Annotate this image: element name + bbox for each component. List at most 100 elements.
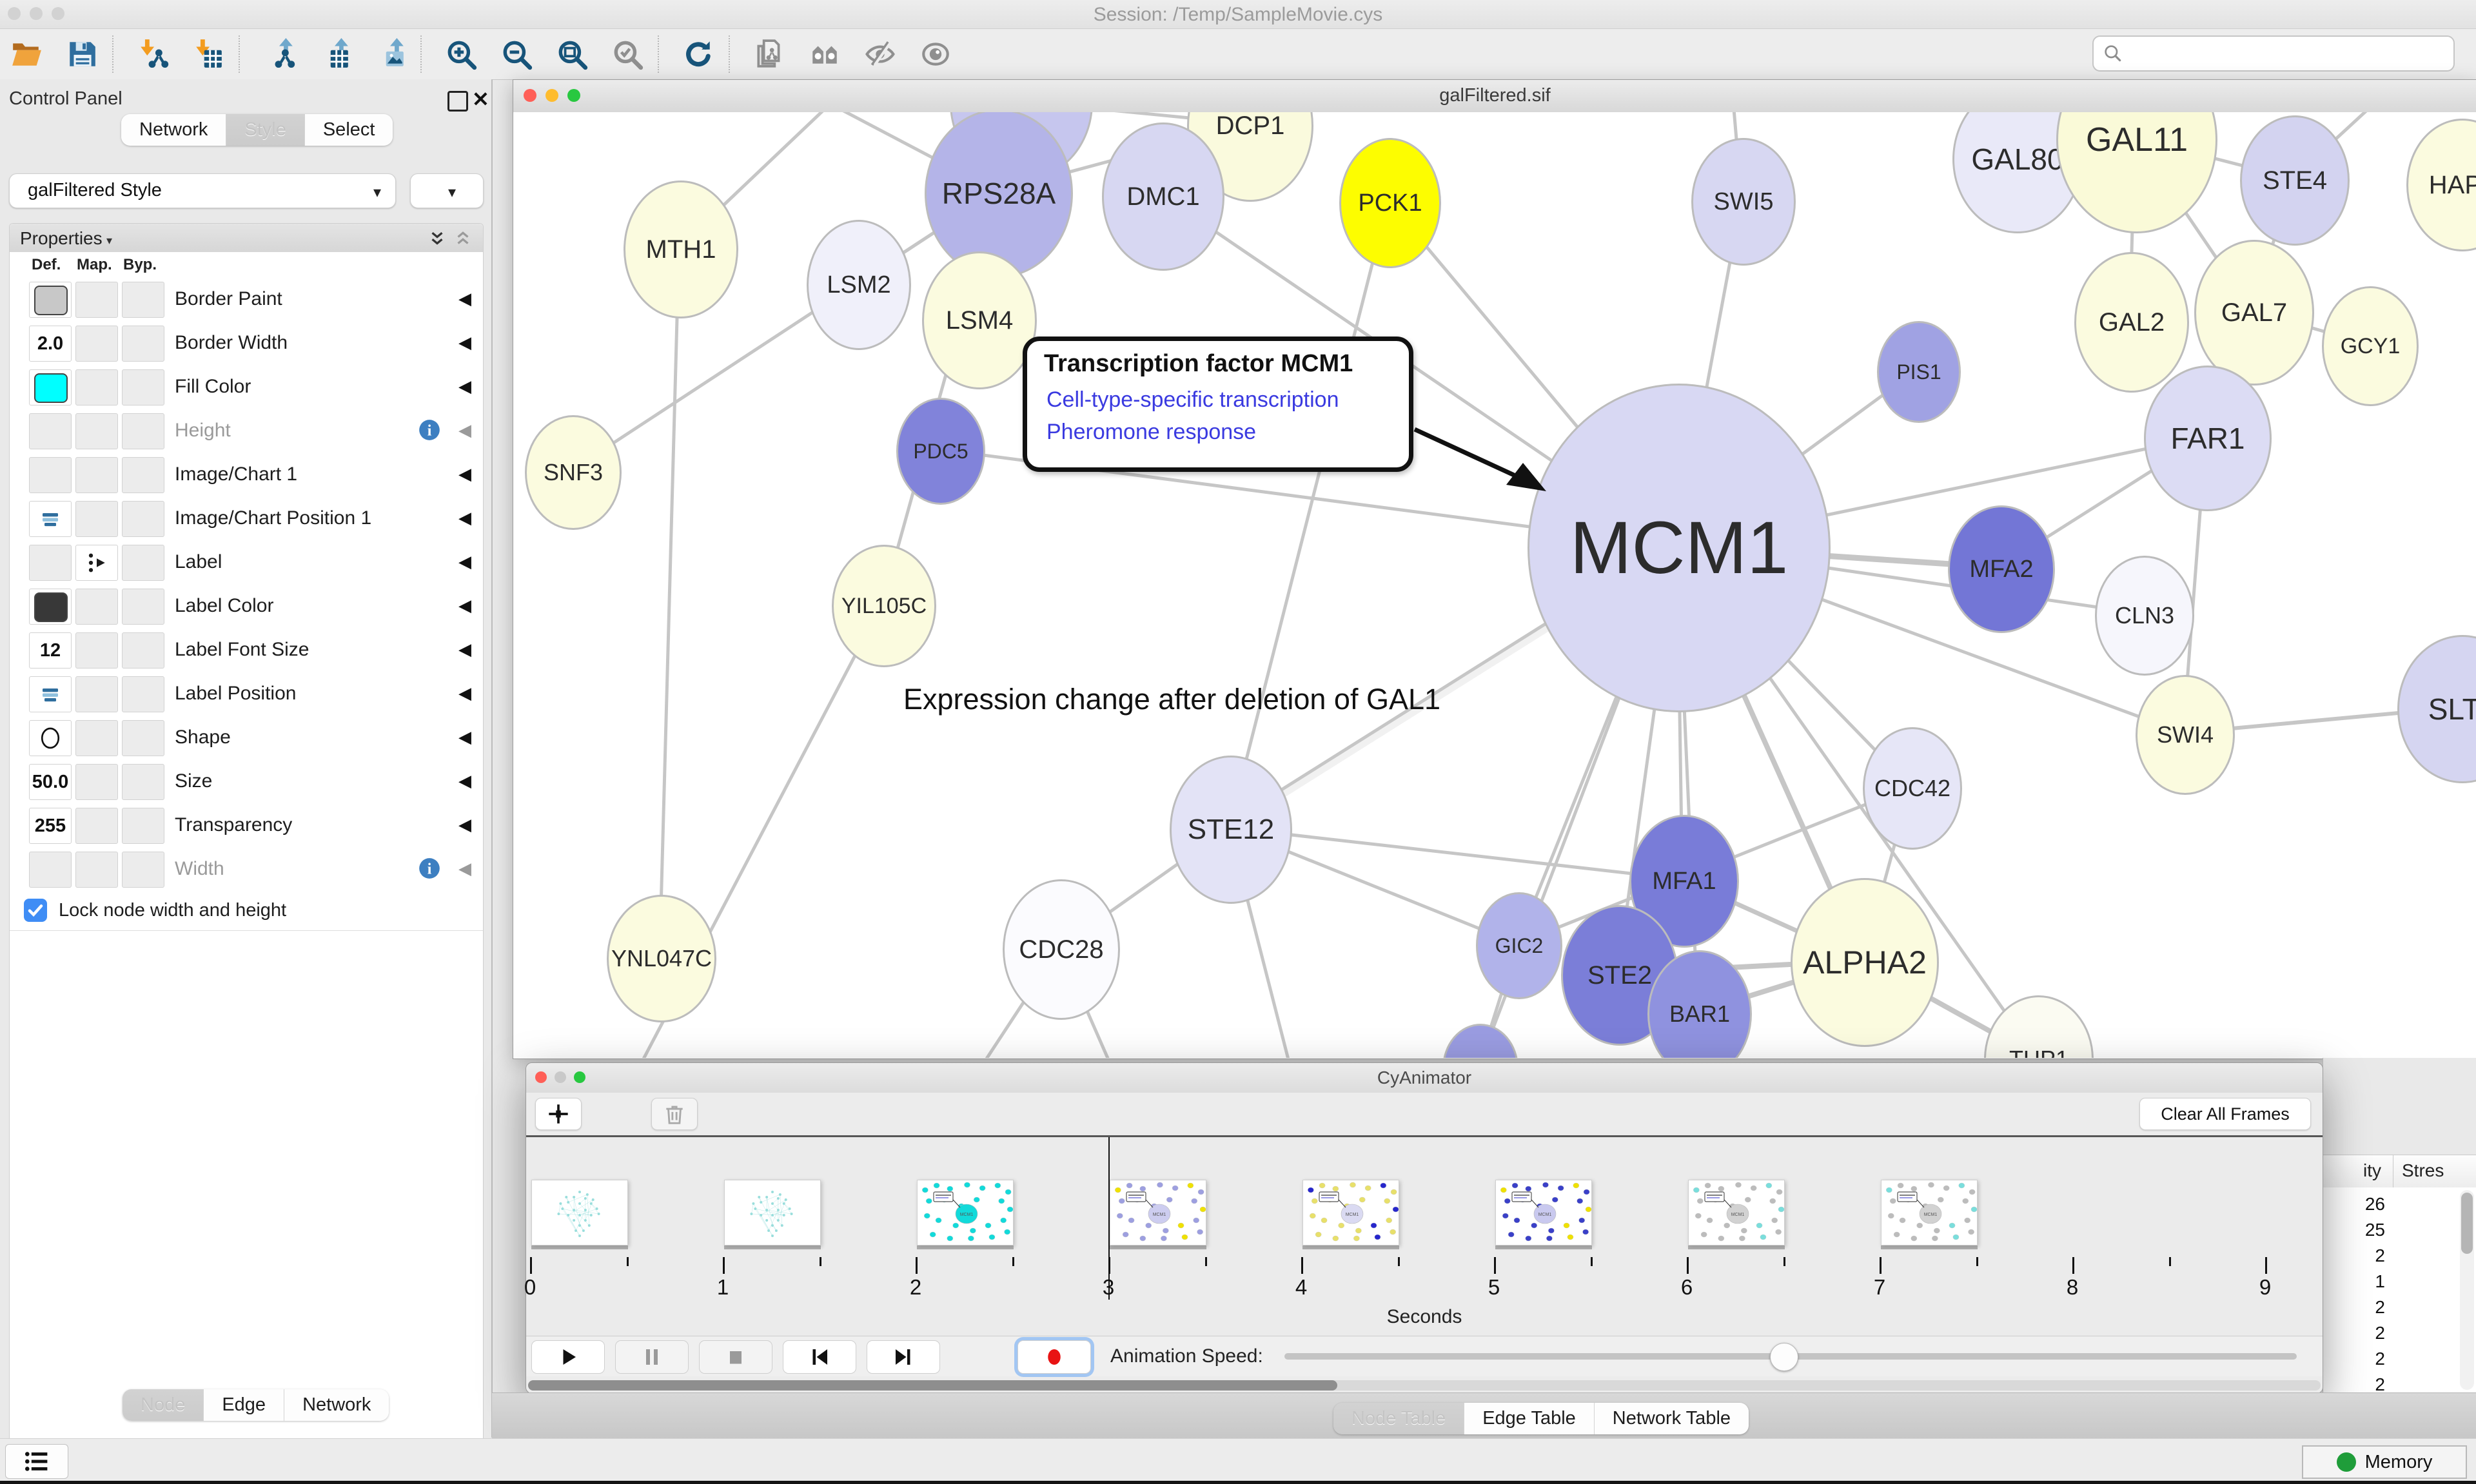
default-value-cell[interactable] [29,369,72,405]
cyanimator-horizontal-scrollbar[interactable] [528,1380,2321,1391]
property-row[interactable]: 12Label Font Size◀ [10,629,483,673]
frame-thumbnail-7[interactable]: MCM1 [1881,1180,1978,1245]
bypass-cell[interactable] [122,413,164,449]
tab-select[interactable]: Select [305,114,393,146]
bypass-cell[interactable] [122,808,164,844]
timeline-playhead[interactable] [1108,1137,1110,1300]
property-row[interactable]: Label Position◀ [10,672,483,717]
zoom-fit-icon[interactable] [556,38,588,70]
property-row[interactable]: Fill Color◀ [10,366,483,410]
memory-button[interactable]: Memory [2302,1445,2467,1479]
property-row[interactable]: Border Paint◀ [10,278,483,322]
tab-style[interactable]: Style [226,114,304,146]
panel-tab-edge[interactable]: Edge [204,1389,284,1421]
mapping-cell[interactable] [75,413,118,449]
table-vertical-scrollbar[interactable] [2460,1190,2474,1390]
collapse-all-icon[interactable] [453,229,473,248]
default-value-cell[interactable] [29,545,72,581]
property-row[interactable]: Heighti◀ [10,409,483,454]
stop-button[interactable] [699,1340,772,1374]
cyanimator-timeline[interactable]: Seconds 0123456789MCM1MCM1MCM1MCM1MCM1MC… [526,1137,2323,1336]
collapse-arrow-icon[interactable]: ◀ [458,508,471,528]
collapse-arrow-icon[interactable]: ◀ [458,552,471,572]
mapping-cell[interactable] [75,720,118,756]
property-row[interactable]: Shape◀ [10,716,483,761]
info-icon[interactable]: i [417,418,442,442]
collapse-arrow-icon[interactable]: ◀ [458,859,471,879]
frame-thumbnail-3[interactable]: MCM1 [1110,1180,1206,1245]
add-frame-button[interactable] [535,1098,582,1130]
first-neighbors-icon[interactable] [809,38,841,70]
default-value-cell[interactable] [29,282,72,318]
bypass-cell[interactable] [122,764,164,800]
bypass-cell[interactable] [122,676,164,712]
collapse-arrow-icon[interactable]: ◀ [458,420,471,440]
import-network-icon[interactable] [137,38,169,70]
frame-thumbnail-5[interactable]: MCM1 [1495,1180,1592,1245]
property-row[interactable]: 2.0Border Width◀ [10,322,483,366]
default-value-cell[interactable] [29,501,72,537]
mapping-cell[interactable] [75,369,118,405]
save-session-icon[interactable] [66,38,98,70]
bypass-cell[interactable] [122,720,164,756]
default-value-cell[interactable] [29,852,72,888]
bypass-cell[interactable] [122,369,164,405]
pause-button[interactable] [615,1340,689,1374]
frame-thumbnail-2[interactable]: MCM1 [917,1180,1014,1245]
default-value-cell[interactable] [29,676,72,712]
network-canvas[interactable]: RPS28BDCP1RPS28ADMC1PCK1MTH1SWI5GAL80GAL… [513,112,2476,1058]
play-button[interactable] [531,1340,605,1374]
default-value-cell[interactable]: 255 [29,808,72,844]
collapse-arrow-icon[interactable]: ◀ [458,683,471,703]
mapping-cell[interactable] [75,852,118,888]
property-row[interactable]: Label◀ [10,541,483,585]
open-session-icon[interactable] [10,38,43,70]
zoom-in-icon[interactable] [445,38,477,70]
export-image-icon[interactable] [374,38,406,70]
slider-handle[interactable] [1770,1343,1798,1371]
property-row[interactable]: 50.0Size◀ [10,760,483,805]
bypass-cell[interactable] [122,632,164,669]
default-value-cell[interactable] [29,589,72,625]
default-value-cell[interactable]: 2.0 [29,326,72,362]
float-panel-icon[interactable] [447,91,468,112]
table-column-header[interactable]: Stres [2402,1160,2444,1181]
hide-selected-icon[interactable] [864,38,896,70]
collapse-arrow-icon[interactable]: ◀ [458,771,471,791]
collapse-arrow-icon[interactable]: ◀ [458,333,471,353]
default-value-cell[interactable] [29,413,72,449]
property-row[interactable]: Image/Chart 1◀ [10,453,483,498]
table-tab-node-table[interactable]: Node Table [1333,1403,1464,1434]
skip-to-end-button[interactable] [867,1340,940,1374]
panel-tab-node[interactable]: Node [123,1389,204,1421]
bypass-cell[interactable] [122,545,164,581]
show-all-icon[interactable] [919,38,952,70]
record-button[interactable] [1017,1340,1091,1374]
mapping-cell[interactable] [75,676,118,712]
cyanimator-titlebar[interactable]: CyAnimator [526,1063,2323,1093]
mapping-cell[interactable] [75,764,118,800]
collapse-arrow-icon[interactable]: ◀ [458,596,471,616]
properties-header[interactable]: Properties ▾ [10,224,483,253]
delete-frame-button[interactable] [651,1098,698,1130]
default-value-cell[interactable]: 12 [29,632,72,669]
bypass-cell[interactable] [122,501,164,537]
frame-thumbnail-4[interactable]: MCM1 [1302,1180,1399,1245]
collapse-arrow-icon[interactable]: ◀ [458,727,471,747]
mapping-cell[interactable] [75,808,118,844]
mapping-cell[interactable] [75,326,118,362]
table-column-header[interactable]: ity [2330,1160,2381,1181]
search-input[interactable] [2130,39,2442,66]
property-row[interactable]: Image/Chart Position 1◀ [10,497,483,542]
default-value-cell[interactable]: 50.0 [29,764,72,800]
lock-size-checkbox[interactable] [24,899,47,922]
export-network-icon[interactable] [263,38,295,70]
frame-thumbnail-6[interactable]: MCM1 [1688,1180,1785,1245]
mapping-cell[interactable] [75,632,118,669]
bypass-cell[interactable] [122,589,164,625]
clear-all-frames-button[interactable]: Clear All Frames [2139,1098,2311,1130]
mapping-cell[interactable] [75,501,118,537]
search-field[interactable] [2092,35,2455,72]
table-tab-edge-table[interactable]: Edge Table [1464,1403,1595,1434]
zoom-selected-icon[interactable] [611,38,644,70]
